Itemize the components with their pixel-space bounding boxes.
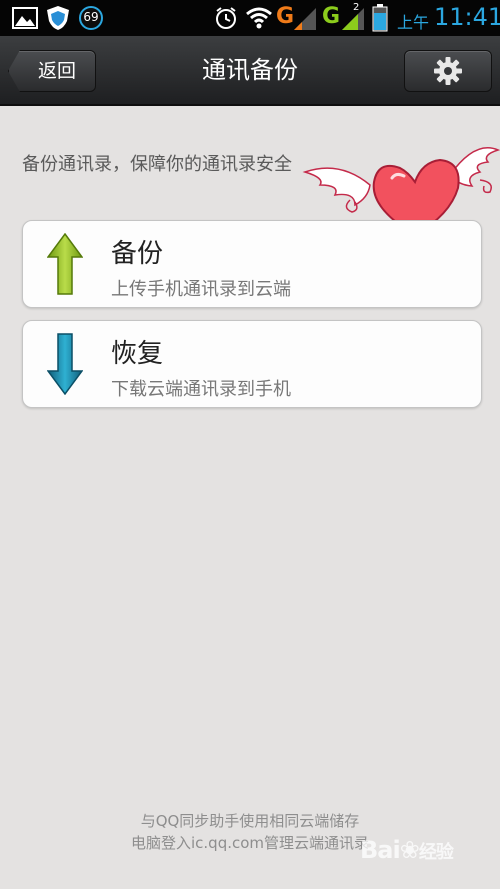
clock-time: 11:41 <box>434 3 500 31</box>
wifi-icon <box>246 7 272 29</box>
restore-title: 恢复 <box>111 339 164 369</box>
back-button[interactable]: 返回 <box>8 50 96 92</box>
signal-icon <box>294 8 316 30</box>
status-bar: 69 G G 2 上午 11:41 <box>0 0 500 36</box>
backup-option-card[interactable]: 备份 上传手机通讯录到云端 <box>22 220 482 308</box>
watermark-text: Bai <box>360 836 401 864</box>
network-type-g2: G <box>322 4 341 29</box>
shield-icon <box>47 6 69 30</box>
arrow-up-icon <box>47 233 83 295</box>
title-bar: 返回 通讯备份 <box>0 36 500 106</box>
alarm-icon <box>216 7 236 29</box>
backup-subtitle: 备份通讯录，保障你的通讯录安全 <box>22 154 292 175</box>
network-type-g1: G <box>276 4 295 29</box>
notification-count: 69 <box>83 10 99 24</box>
watermark-text-2: 经验 <box>418 842 454 863</box>
gear-icon <box>434 57 462 85</box>
backup-title: 备份 <box>111 239 164 269</box>
arrow-down-icon <box>47 333 83 395</box>
battery-icon <box>372 4 388 32</box>
restore-option-card[interactable]: 恢复 下载云端通讯录到手机 <box>22 320 482 408</box>
time-period: 上午 <box>397 13 430 32</box>
gallery-icon <box>12 7 38 29</box>
page-title: 通讯备份 <box>202 56 298 84</box>
back-button-label: 返回 <box>37 60 76 82</box>
footer-line-1: 与QQ同步助手使用相同云端储存 <box>140 812 360 830</box>
settings-button[interactable] <box>404 50 492 92</box>
restore-description: 下载云端通讯录到手机 <box>111 379 291 400</box>
backup-description: 上传手机通讯录到云端 <box>111 279 291 300</box>
signal-icon-2 <box>342 8 364 30</box>
paw-icon: ❀ <box>399 836 420 864</box>
baidu-watermark: Bai❀经验 <box>360 836 454 864</box>
